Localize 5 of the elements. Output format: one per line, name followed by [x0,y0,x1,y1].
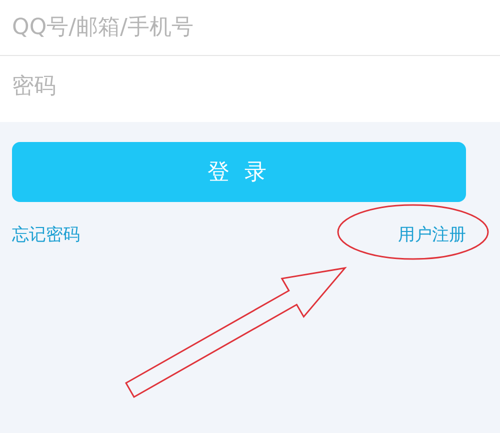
login-button[interactable]: 登 录 [12,142,466,202]
forgot-password-link[interactable]: 忘记密码 [12,223,80,246]
input-field[interactable]: QQ号/邮箱/手机号 [12,15,312,40]
register-link[interactable]: 用户注册 [398,223,466,246]
input-field[interactable]: 密码 [12,74,312,98]
